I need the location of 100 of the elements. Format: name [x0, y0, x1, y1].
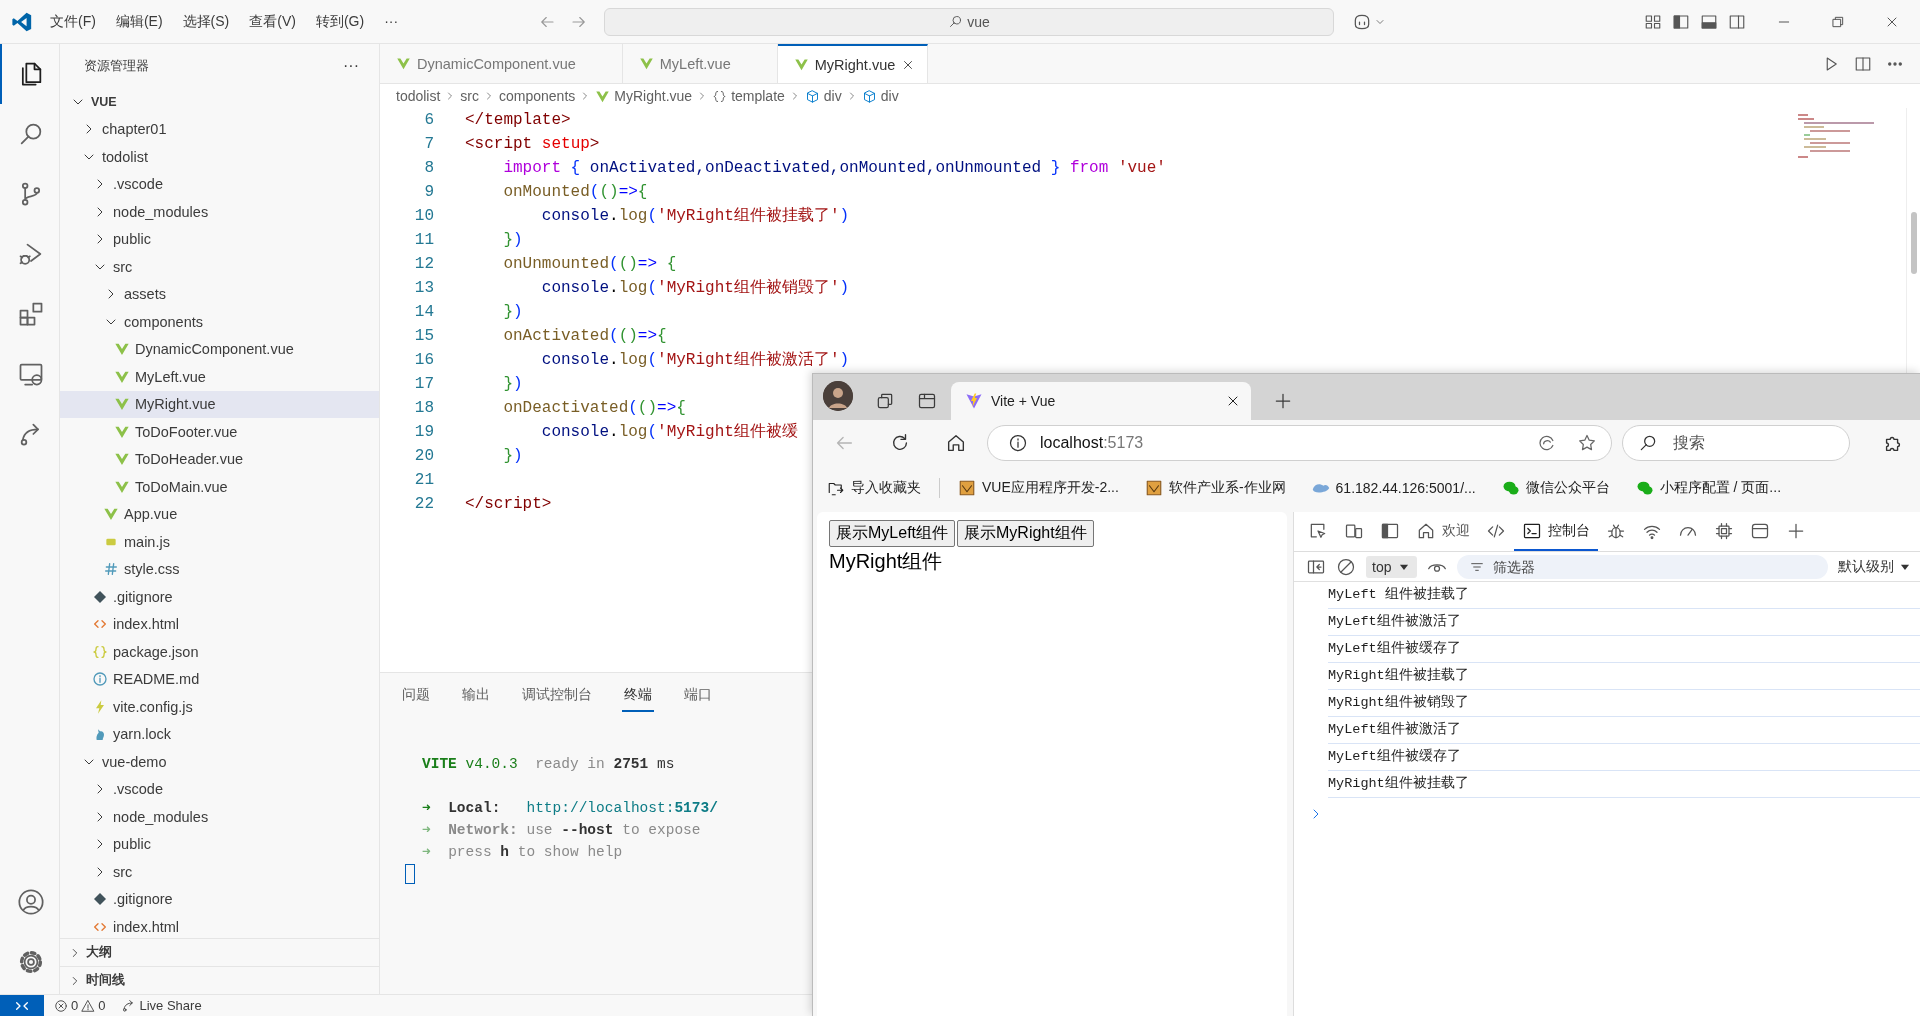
tree-item[interactable]: .gitignore	[60, 583, 379, 611]
split-editor-icon[interactable]	[1854, 54, 1872, 73]
search-icon	[1638, 433, 1658, 453]
breadcrumb-item[interactable]: src	[460, 88, 480, 104]
editor-tab[interactable]: DynamicComponent.vue	[380, 44, 623, 83]
tree-item[interactable]: vue-demo	[60, 748, 379, 776]
clear-console-icon[interactable]	[1336, 556, 1356, 577]
search-field[interactable]: 搜索	[1622, 425, 1850, 461]
workspaces-icon[interactable]	[875, 391, 895, 411]
devtools-tab[interactable]: 欢迎	[1408, 512, 1478, 551]
address-field[interactable]: localhost:5173	[987, 425, 1612, 461]
tree-item[interactable]: MyRight.vue	[60, 390, 379, 418]
tree-item[interactable]: README.md	[60, 665, 379, 693]
star-icon[interactable]	[1577, 433, 1597, 453]
secondary-sidebar-icon[interactable]	[1728, 12, 1746, 31]
tree-item[interactable]: style.css	[60, 555, 379, 583]
tree-item[interactable]: yarn.lock	[60, 720, 379, 748]
filter-field[interactable]: 筛选器	[1457, 554, 1828, 579]
sidebar-toggle-icon[interactable]	[1672, 12, 1690, 31]
console-message: MyLeft组件被缓存了	[1328, 636, 1920, 663]
tab-actions-icon[interactable]	[917, 391, 937, 411]
tree-item[interactable]: index.html	[60, 610, 379, 638]
context-select[interactable]: top	[1366, 555, 1418, 578]
panel-tab[interactable]: 输出	[460, 680, 492, 712]
new-tab-icon[interactable]	[1273, 391, 1293, 411]
bookmark-item[interactable]: 61.182.44.126:5001/...	[1311, 479, 1476, 497]
tree-item[interactable]: DynamicComponent.vue	[60, 335, 379, 363]
error-count[interactable]: 0	[71, 998, 79, 1013]
home-icon[interactable]	[945, 432, 967, 454]
tree-item[interactable]: ToDoFooter.vue	[60, 418, 379, 446]
tree-item[interactable]: MyLeft.vue	[60, 363, 379, 391]
menu-item[interactable]: 选择(S)	[175, 8, 237, 35]
log-levels-select[interactable]: 默认级别	[1838, 557, 1912, 576]
breadcrumb-item[interactable]: div	[823, 88, 842, 104]
panel-tab[interactable]: 端口	[682, 680, 714, 712]
menu-item[interactable]: 文件(F)	[43, 8, 103, 35]
breadcrumb-item[interactable]: div	[880, 88, 899, 104]
live-share-button[interactable]: Live Share	[139, 998, 202, 1013]
editor-tab[interactable]: MyLeft.vue	[622, 44, 778, 83]
bookmark-item[interactable]: 小程序配置 / 页面...	[1635, 479, 1782, 497]
vue-file-icon	[638, 56, 654, 71]
tree-item[interactable]: ToDoHeader.vue	[60, 445, 379, 473]
tree-item[interactable]: package.json	[60, 638, 379, 666]
console-message: MyLeft 组件被挂载了	[1328, 582, 1920, 609]
breadcrumb-item[interactable]: todolist	[396, 88, 441, 104]
menu-item[interactable]: 查看(V)	[242, 8, 303, 35]
page-button[interactable]: 展示MyRight组件	[957, 520, 1094, 547]
menu-item[interactable]: ···	[377, 8, 406, 35]
panel-tab[interactable]: 终端	[622, 680, 654, 712]
line-number: 18	[413, 398, 434, 419]
warning-icon	[81, 998, 96, 1013]
info-icon[interactable]	[1008, 433, 1028, 453]
bookmark-item[interactable]: VUE应用程序开发-2...	[958, 479, 1119, 497]
sidebar-section[interactable]: 大纲	[60, 938, 379, 966]
tree-item[interactable]: .vscode	[60, 775, 379, 803]
bookmark-item[interactable]: 导入收藏夹	[827, 479, 921, 497]
tree-item[interactable]: App.vue	[60, 500, 379, 528]
tree-item[interactable]: .vscode	[60, 170, 379, 198]
tree-item[interactable]: node_modules	[60, 198, 379, 226]
page-button[interactable]: 展示MyLeft组件	[829, 520, 955, 547]
account-icon[interactable]	[16, 888, 45, 916]
command-center-search[interactable]: vue	[604, 7, 1334, 36]
panel-tab[interactable]: 问题	[400, 680, 432, 712]
panel-tab[interactable]: 调试控制台	[520, 680, 594, 712]
panel-toggle-icon[interactable]	[1700, 12, 1718, 31]
breadcrumb-item[interactable]: components	[499, 88, 576, 104]
devtools-tab[interactable]: 控制台	[1514, 512, 1598, 551]
tree-item[interactable]: src	[60, 253, 379, 281]
bookmark-item[interactable]: 微信公众平台	[1501, 479, 1610, 497]
tree-item[interactable]: node_modules	[60, 803, 379, 831]
more-actions[interactable]: ···	[343, 57, 359, 75]
tree-item[interactable]: src	[60, 858, 379, 886]
tree-item[interactable]: public	[60, 225, 379, 253]
tree-item[interactable]: chapter01	[60, 115, 379, 143]
tree-item[interactable]: public	[60, 830, 379, 858]
site-favicon	[958, 479, 976, 497]
tree-item[interactable]: main.js	[60, 528, 379, 556]
sidebar-section[interactable]: 时间线	[60, 966, 379, 994]
terminal-line: VITE v4.0.3 ready in 2751 ms	[421, 755, 675, 774]
remote-indicator[interactable]	[0, 994, 44, 1016]
editor-tab[interactable]: MyRight.vue	[777, 44, 929, 83]
layout-grid-icon[interactable]	[1644, 12, 1662, 31]
bookmark-item[interactable]: 软件产业系-作业网	[1144, 479, 1286, 497]
tree-item[interactable]: vite.config.js	[60, 693, 379, 721]
tree-item[interactable]: .gitignore	[60, 885, 379, 913]
tree-item[interactable]: components	[60, 308, 379, 336]
breadcrumb-item[interactable]: template	[731, 88, 785, 104]
tree-item[interactable]: todolist	[60, 143, 379, 171]
tree-item[interactable]: assets	[60, 280, 379, 308]
breadcrumb-item[interactable]: MyRight.vue	[614, 88, 693, 104]
profile-avatar[interactable]	[823, 381, 853, 411]
tree-item[interactable]: VUE	[60, 88, 379, 116]
warning-count[interactable]: 0	[98, 998, 106, 1013]
tree-item[interactable]: index.html	[60, 913, 379, 938]
browser-tab[interactable]: Vite + Vue	[951, 382, 1251, 420]
page-heading: MyRight组件	[829, 549, 944, 574]
menu-item[interactable]: 转到(G)	[308, 8, 372, 35]
menu-item[interactable]: 编辑(E)	[108, 8, 170, 35]
scrollbar-thumb[interactable]	[1911, 212, 1917, 274]
tree-item[interactable]: ToDoMain.vue	[60, 473, 379, 501]
